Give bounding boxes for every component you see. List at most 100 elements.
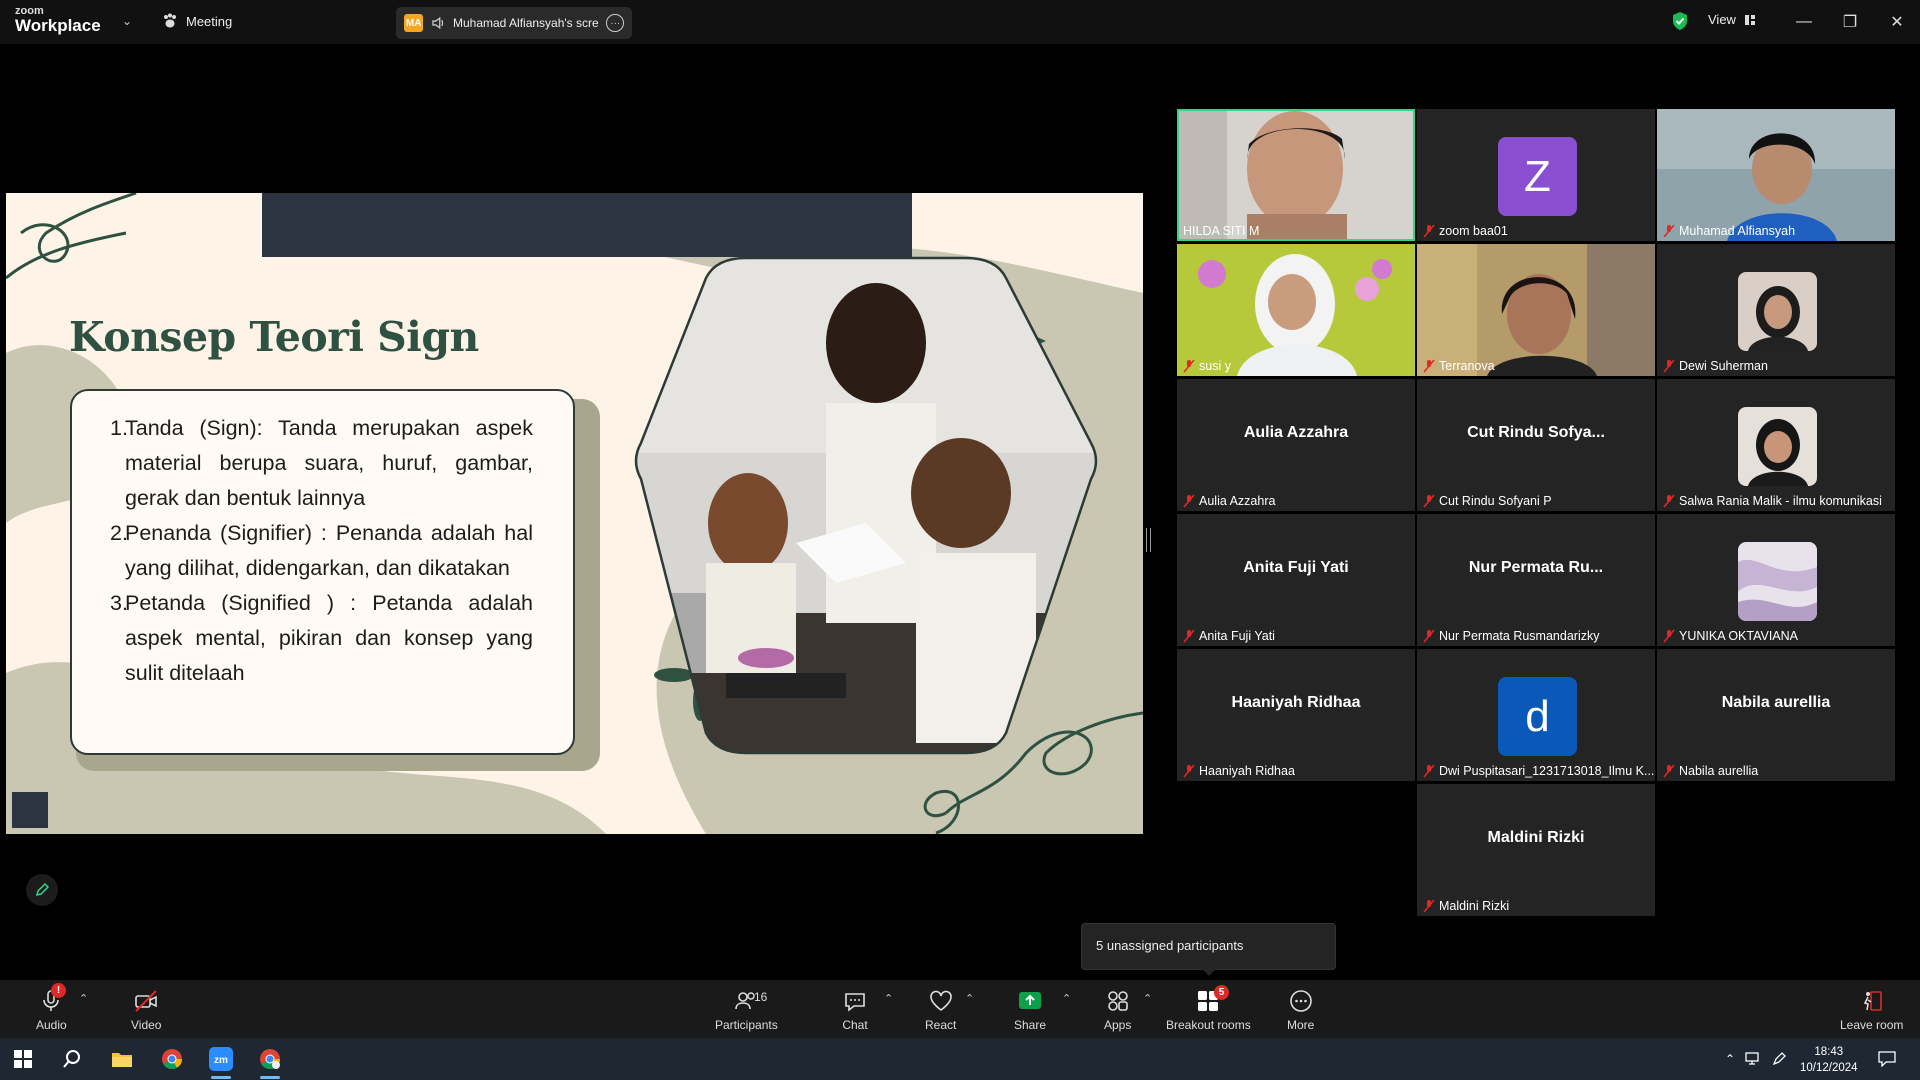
unassigned-tooltip: 5 unassigned participants	[1081, 923, 1336, 976]
video-tile[interactable]: Muhamad Alfiansyah	[1657, 109, 1895, 241]
speaker-icon	[432, 16, 444, 30]
participant-video	[1657, 109, 1895, 241]
muted-mic-icon	[1423, 764, 1435, 778]
network-icon[interactable]	[1740, 1045, 1768, 1073]
slide-list: 1. Tanda (Sign): Tanda merupakan aspek ma…	[110, 411, 533, 691]
chevron-down-icon[interactable]: ⌄	[122, 14, 132, 28]
leave-icon	[1863, 991, 1882, 1011]
audio-alert-badge: !	[51, 983, 66, 998]
restore-button[interactable]: ❐	[1830, 8, 1870, 36]
video-tile[interactable]: Nur Permata Ru... Nur Permata Rusmandari…	[1417, 514, 1655, 646]
system-clock[interactable]: 18:43 10/12/2024	[1800, 1044, 1858, 1076]
participant-display-name: Haaniyah Ridhaa	[1231, 694, 1361, 711]
more-icon	[1289, 990, 1312, 1012]
file-explorer-icon[interactable]	[108, 1045, 136, 1073]
muted-mic-icon	[1183, 494, 1195, 508]
muted-mic-icon	[1423, 224, 1435, 238]
apps-button[interactable]: Apps	[1104, 988, 1131, 1032]
slide-textbox: 1. Tanda (Sign): Tanda merupakan aspek ma…	[70, 389, 575, 755]
participant-video	[1177, 244, 1415, 376]
video-tile[interactable]: Z zoom baa01	[1417, 109, 1655, 241]
participant-display-name: Cut Rindu Sofya...	[1467, 424, 1605, 441]
minimize-button[interactable]: —	[1784, 8, 1824, 36]
breakout-rooms-button[interactable]: 5 Breakout rooms	[1166, 985, 1251, 1032]
svg-text:zm: zm	[214, 1055, 228, 1066]
screen-share-indicator[interactable]: MA Muhamad Alfiansyah's screen ···	[396, 7, 632, 39]
close-button[interactable]: ✕	[1877, 8, 1917, 36]
participant-name: Muhamad Alfiansyah	[1663, 224, 1795, 238]
participant-display-name: Anita Fuji Yati	[1243, 559, 1349, 576]
muted-mic-icon	[1663, 359, 1675, 373]
share-button[interactable]: Share	[1014, 988, 1046, 1032]
video-tile[interactable]: Dewi Suherman	[1657, 244, 1895, 376]
video-tile[interactable]: Haaniyah Ridhaa Haaniyah Ridhaa	[1177, 649, 1415, 781]
zoom-logo: zoom Workplace	[15, 5, 101, 35]
share-options-caret[interactable]: ⌃	[1062, 992, 1071, 1005]
video-tile[interactable]: Terranova	[1417, 244, 1655, 376]
resize-handle[interactable]	[1146, 528, 1151, 552]
paw-icon	[164, 13, 176, 28]
react-options-caret[interactable]: ⌃	[965, 992, 974, 1005]
more-options-icon[interactable]: ···	[606, 14, 624, 32]
chat-options-caret[interactable]: ⌃	[884, 992, 893, 1005]
participant-name: Haaniyah Ridhaa	[1183, 764, 1295, 778]
video-off-icon	[135, 990, 158, 1012]
react-button[interactable]: React	[925, 988, 956, 1032]
chat-button[interactable]: Chat	[842, 988, 868, 1032]
leave-room-button[interactable]: Leave room	[1840, 988, 1903, 1032]
windows-start-icon[interactable]	[9, 1045, 37, 1073]
meeting-menu[interactable]: Meeting	[162, 13, 232, 29]
pencil-icon	[35, 882, 50, 897]
muted-mic-icon	[1183, 764, 1195, 778]
video-tile[interactable]: Maldini Rizki Maldini Rizki	[1417, 784, 1655, 916]
audio-button[interactable]: ! Audio	[36, 983, 67, 1032]
video-tile[interactable]: Aulia Azzahra Aulia Azzahra	[1177, 379, 1415, 511]
participant-video	[1177, 109, 1415, 241]
apps-options-caret[interactable]: ⌃	[1143, 992, 1152, 1005]
annotate-button[interactable]	[26, 874, 58, 906]
video-tile[interactable]: Anita Fuji Yati Anita Fuji Yati	[1177, 514, 1415, 646]
video-tile[interactable]: HILDA SITI M	[1177, 109, 1415, 241]
participant-name: susi y	[1183, 359, 1231, 373]
notification-icon[interactable]	[1873, 1045, 1901, 1073]
list-item: 1. Tanda (Sign): Tanda merupakan aspek ma…	[110, 416, 533, 510]
muted-mic-icon	[1423, 359, 1435, 373]
meeting-toolbar: ! Audio ⌃ Video 16 Participants Chat ⌃ R…	[0, 980, 1920, 1038]
muted-mic-icon	[1423, 629, 1435, 643]
video-button[interactable]: Video	[131, 988, 161, 1032]
video-tile[interactable]: susi y	[1177, 244, 1415, 376]
search-icon[interactable]	[58, 1045, 86, 1073]
chrome-window-icon[interactable]	[256, 1045, 284, 1079]
muted-mic-icon	[1183, 629, 1195, 643]
video-tile[interactable]: Salwa Rania Malik - ilmu komunikasi	[1657, 379, 1895, 511]
participant-count: 16	[754, 990, 768, 1004]
zoom-app-icon[interactable]: zm	[207, 1045, 235, 1079]
title-bar: zoom Workplace ⌄ Meeting MA Muhamad Alfi…	[0, 0, 1920, 44]
participant-name: zoom baa01	[1423, 224, 1508, 238]
share-screen-icon	[1019, 992, 1042, 1009]
grid-icon	[1744, 14, 1755, 25]
video-tile[interactable]: d Dwi Puspitasari_1231713018_Ilmu K...	[1417, 649, 1655, 781]
shield-icon[interactable]	[1671, 11, 1689, 31]
muted-mic-icon	[1183, 359, 1195, 373]
avatar	[1738, 542, 1817, 621]
participant-name: YUNIKA OKTAVIANA	[1663, 629, 1798, 643]
chat-icon	[845, 993, 865, 1012]
more-button[interactable]: More	[1287, 988, 1314, 1032]
muted-mic-icon	[1663, 494, 1675, 508]
audio-options-caret[interactable]: ⌃	[79, 992, 88, 1005]
participant-name: Cut Rindu Sofyani P	[1423, 494, 1552, 508]
video-tile[interactable]: YUNIKA OKTAVIANA	[1657, 514, 1895, 646]
share-title: Muhamad Alfiansyah's screen	[452, 16, 599, 30]
video-tile[interactable]: Cut Rindu Sofya... Cut Rindu Sofyani P	[1417, 379, 1655, 511]
participant-name: HILDA SITI M	[1183, 224, 1260, 238]
video-tile[interactable]: Nabila aurellia Nabila aurellia	[1657, 649, 1895, 781]
pen-icon[interactable]	[1765, 1045, 1793, 1073]
apps-icon	[1107, 991, 1128, 1011]
participant-name: Dwi Puspitasari_1231713018_Ilmu K...	[1423, 764, 1654, 778]
chrome-icon[interactable]	[158, 1045, 186, 1073]
heart-icon	[929, 990, 952, 1011]
view-button[interactable]: View	[1708, 12, 1756, 27]
participants-button[interactable]: 16 Participants	[715, 988, 778, 1032]
participant-name: Maldini Rizki	[1423, 899, 1509, 913]
